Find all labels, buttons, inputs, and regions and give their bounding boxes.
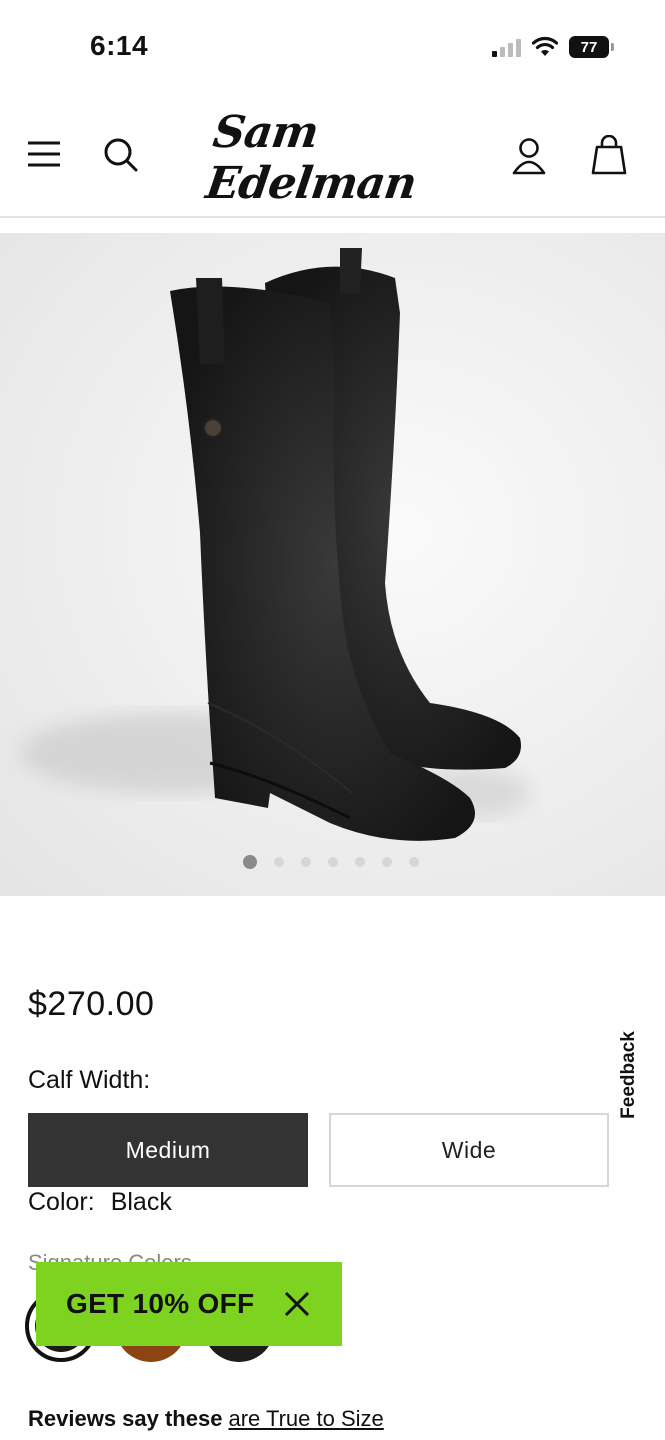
boots-image bbox=[20, 248, 530, 841]
status-bar: 6:14 77 bbox=[0, 0, 665, 100]
calf-width-label: Calf Width: bbox=[28, 1066, 151, 1094]
carousel-dot[interactable] bbox=[274, 857, 284, 867]
color-row: Color: Black bbox=[28, 1188, 172, 1217]
carousel-dot[interactable] bbox=[355, 857, 365, 867]
site-header: Sam Edelman bbox=[0, 100, 665, 218]
product-image-carousel[interactable] bbox=[0, 233, 665, 896]
battery-level: 77 bbox=[580, 38, 598, 56]
calf-option-medium[interactable]: Medium bbox=[28, 1113, 308, 1187]
feedback-tab[interactable]: Feedback bbox=[604, 1025, 654, 1125]
carousel-dot[interactable] bbox=[301, 857, 311, 867]
menu-icon[interactable] bbox=[24, 134, 64, 174]
battery-icon: 77 bbox=[569, 36, 614, 58]
cellular-signal-icon bbox=[492, 37, 521, 57]
shopping-bag-icon[interactable] bbox=[588, 132, 630, 178]
true-to-size-link[interactable]: are True to Size bbox=[228, 1406, 383, 1431]
brand-logo[interactable]: Sam Edelman bbox=[203, 107, 455, 209]
product-price: $270.00 bbox=[28, 985, 155, 1023]
account-icon[interactable] bbox=[508, 134, 550, 178]
reviews-summary: Reviews say these are True to Size bbox=[28, 1406, 384, 1432]
carousel-dots bbox=[243, 855, 419, 869]
feedback-label: Feedback bbox=[618, 1031, 639, 1119]
wifi-icon bbox=[531, 36, 559, 56]
color-label: Color: bbox=[28, 1188, 95, 1216]
status-icons: 77 bbox=[492, 36, 614, 58]
search-icon[interactable] bbox=[100, 134, 142, 176]
status-time: 6:14 bbox=[90, 30, 149, 61]
carousel-dot[interactable] bbox=[328, 857, 338, 867]
close-icon[interactable] bbox=[282, 1289, 312, 1319]
carousel-dot[interactable] bbox=[382, 857, 392, 867]
discount-promo-banner[interactable]: GET 10% OFF bbox=[36, 1262, 342, 1346]
carousel-dot[interactable] bbox=[243, 855, 257, 869]
calf-option-wide[interactable]: Wide bbox=[329, 1113, 609, 1187]
reviews-prefix: Reviews say these bbox=[28, 1406, 223, 1431]
color-value: Black bbox=[110, 1188, 172, 1216]
carousel-dot[interactable] bbox=[409, 857, 419, 867]
promo-text[interactable]: GET 10% OFF bbox=[66, 1288, 254, 1320]
